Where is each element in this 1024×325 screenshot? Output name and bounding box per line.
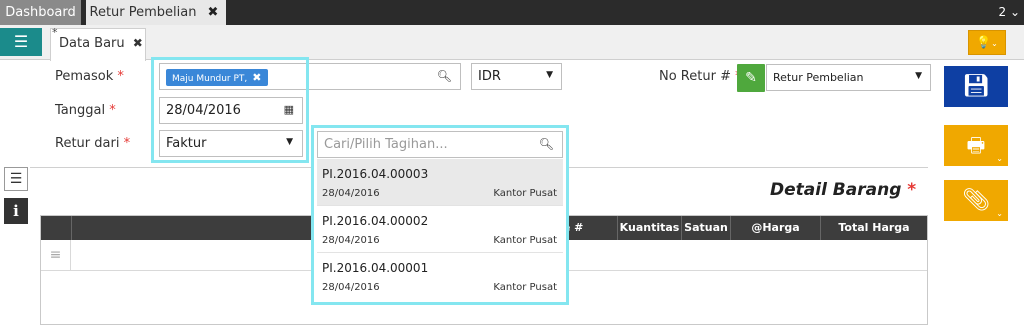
save-button[interactable]: 💾︎ xyxy=(944,66,1008,107)
invoice-number: PI.2016.04.00002 xyxy=(322,214,429,228)
row-drag-handle-icon[interactable]: ≡ xyxy=(41,240,71,270)
dropdown-item[interactable]: PI.2016.04.00003 28/04/2016 Kantor Pusat xyxy=(317,159,563,206)
caret-down-icon: ▼ xyxy=(286,137,293,147)
info-icon[interactable]: i xyxy=(4,198,28,224)
doc-tab-close-icon[interactable]: ✖ xyxy=(133,36,143,50)
print-icon: 🖶 xyxy=(966,133,986,157)
pemasok-label: Pemasok * xyxy=(55,69,124,84)
header-satuan: Satuan xyxy=(681,216,730,240)
tanggal-label: Tanggal * xyxy=(55,103,116,118)
chevron-down-icon: ⌄ xyxy=(991,39,998,48)
invoice-date: 28/04/2016 xyxy=(322,235,380,246)
search-icon[interactable]: 🔍︎ xyxy=(539,137,554,151)
list-button[interactable]: ☰ xyxy=(0,28,42,56)
chevron-down-icon: ⌄ xyxy=(1009,5,1020,19)
header-drag-col xyxy=(41,216,71,240)
tab-dashboard[interactable]: Dashboard xyxy=(0,0,81,25)
invoice-location: Kantor Pusat xyxy=(493,188,557,199)
tag-remove-icon[interactable]: ✖ xyxy=(252,71,261,84)
caret-down-icon: ▼ xyxy=(546,70,553,80)
pencil-icon: ✎ xyxy=(745,70,757,86)
tab-data-baru[interactable]: Data Baru ✖ xyxy=(50,28,146,61)
paperclip-icon: 📎︎ xyxy=(962,188,990,213)
list-icon: ☰ xyxy=(13,32,29,51)
invoice-location: Kantor Pusat xyxy=(493,235,557,246)
detail-barang-title: Detail Barang * xyxy=(770,180,917,200)
currency-value: IDR xyxy=(478,69,501,84)
unsaved-marker: * xyxy=(52,26,58,39)
invoice-date: 28/04/2016 xyxy=(322,282,380,293)
retur-dari-value: Faktur xyxy=(166,136,207,151)
tagihan-placeholder: Cari/Pilih Tagihan... xyxy=(324,137,448,152)
no-retur-label: No Retur # * xyxy=(659,69,742,84)
pemasok-tag: Maju Mundur PT, ✖ xyxy=(166,69,268,86)
document-list-icon[interactable]: ☰ xyxy=(4,167,28,191)
attach-button[interactable]: 📎︎ ⌄ xyxy=(944,180,1008,221)
search-icon[interactable]: 🔍︎ xyxy=(437,69,452,83)
lightbulb-icon: 💡 xyxy=(976,35,992,49)
currency-select[interactable]: IDR ▼ xyxy=(471,63,562,90)
no-retur-value: Retur Pembelian xyxy=(773,71,864,84)
window-count: 2 xyxy=(998,5,1007,19)
no-retur-select[interactable]: Retur Pembelian ▼ xyxy=(766,64,931,91)
header-total-harga: Total Harga xyxy=(820,216,927,240)
retur-dari-label: Retur dari * xyxy=(55,136,131,151)
caret-down-icon: ▼ xyxy=(915,71,922,81)
dropdown-item[interactable]: PI.2016.04.00002 28/04/2016 Kantor Pusat xyxy=(317,206,563,253)
window-count-menu[interactable]: 2 ⌄ xyxy=(998,0,1020,25)
edit-number-button[interactable]: ✎ xyxy=(737,64,765,92)
header-harga: @Harga xyxy=(730,216,820,240)
invoice-number: PI.2016.04.00001 xyxy=(322,261,429,275)
invoice-date: 28/04/2016 xyxy=(322,188,380,199)
document-tab-bar xyxy=(0,25,1024,60)
invoice-location: Kantor Pusat xyxy=(493,282,557,293)
tab-retur-pembelian[interactable]: Retur Pembelian xyxy=(86,0,200,25)
calendar-icon[interactable]: ▦ xyxy=(284,103,294,116)
save-icon: 💾︎ xyxy=(962,74,990,99)
tanggal-field[interactable]: 28/04/2016 ▦ xyxy=(159,97,303,124)
tagihan-search-input[interactable]: Cari/Pilih Tagihan... 🔍︎ xyxy=(317,131,563,158)
tips-button[interactable]: 💡⌄ xyxy=(968,30,1006,55)
header-kuantitas: Kuantitas xyxy=(617,216,681,240)
tab-close-icon[interactable]: ✖ xyxy=(200,0,226,25)
chevron-down-icon: ⌄ xyxy=(996,154,1003,163)
retur-dari-select[interactable]: Faktur ▼ xyxy=(159,130,303,157)
invoice-number: PI.2016.04.00003 xyxy=(322,167,429,181)
pemasok-field[interactable]: Maju Mundur PT, ✖ 🔍︎ xyxy=(159,63,461,90)
tanggal-value: 28/04/2016 xyxy=(166,103,241,118)
print-button[interactable]: 🖶 ⌄ xyxy=(944,125,1008,166)
dropdown-item[interactable]: PI.2016.04.00001 28/04/2016 Kantor Pusat xyxy=(317,253,563,300)
tagihan-dropdown: Cari/Pilih Tagihan... 🔍︎ PI.2016.04.0000… xyxy=(313,127,567,303)
chevron-down-icon: ⌄ xyxy=(996,209,1003,218)
doc-tab-label: Data Baru xyxy=(59,36,125,51)
